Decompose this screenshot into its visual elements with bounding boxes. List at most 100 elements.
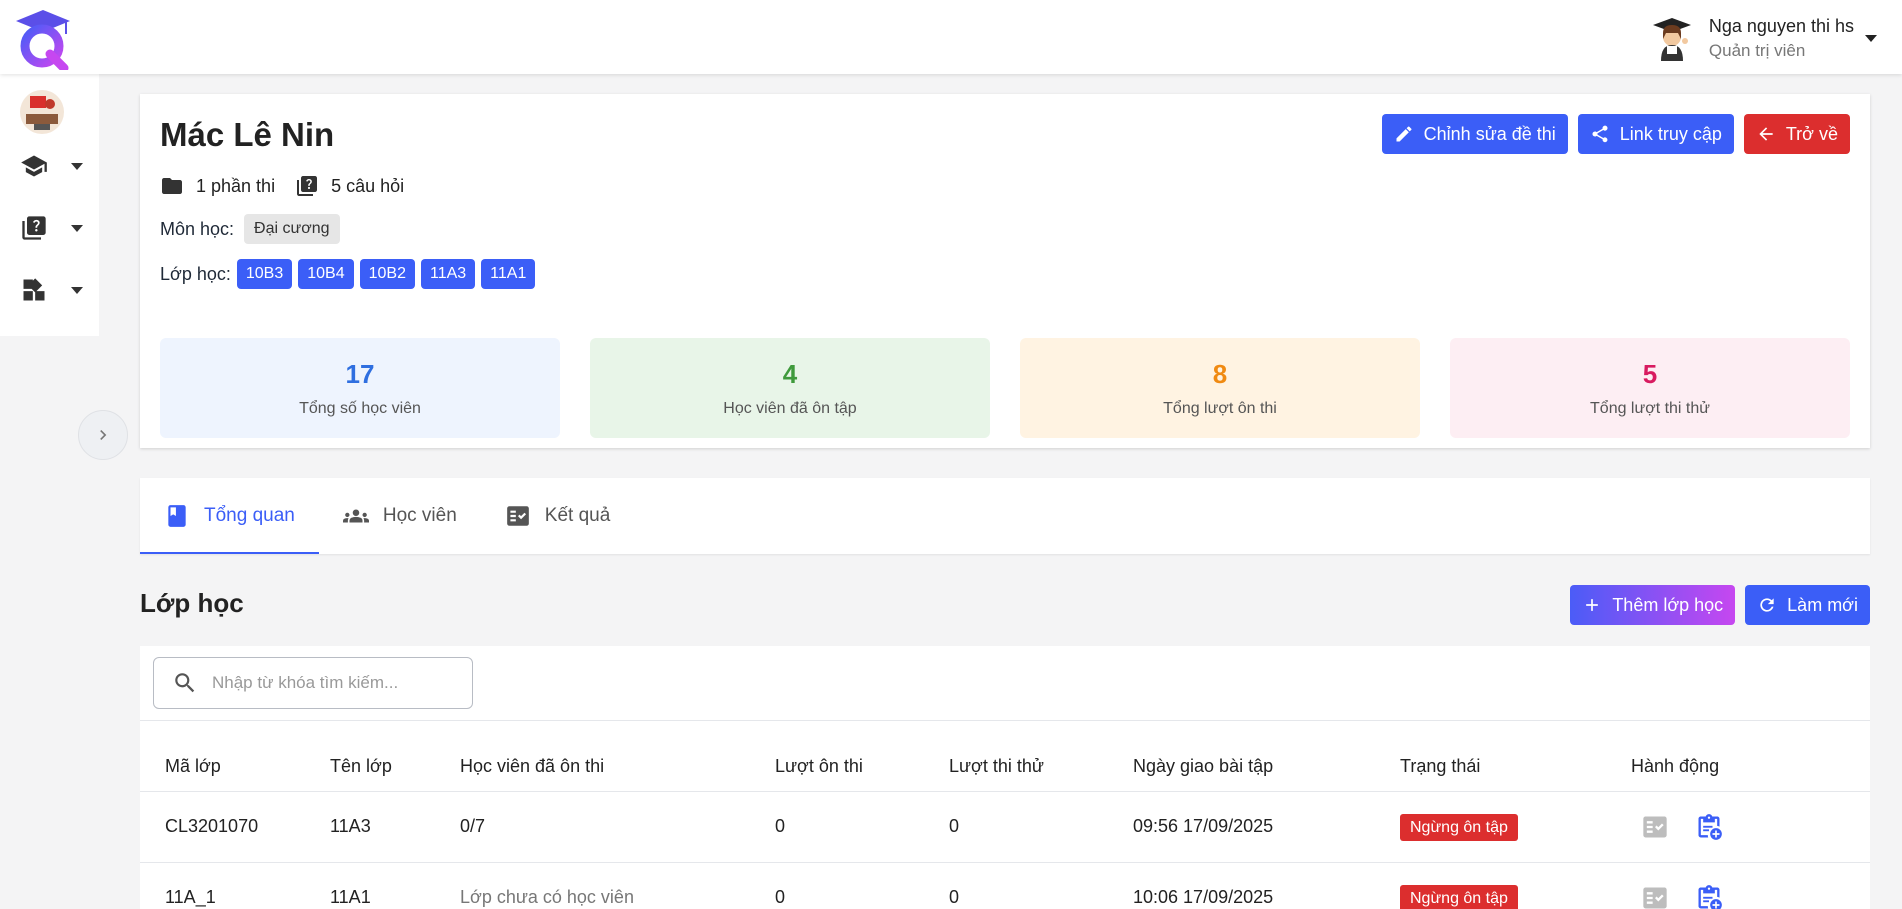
sidebar <box>0 74 99 336</box>
stats-row: 17 Tổng số học viên 4 Học viên đã ôn tập… <box>160 338 1850 438</box>
chevron-right-icon <box>100 430 107 440</box>
cell-status: Ngừng ôn tập <box>1400 862 1631 909</box>
class-chip[interactable]: 11A3 <box>420 259 476 289</box>
section-actions: Thêm lớp học Làm mới <box>1560 585 1870 625</box>
assignment-add-icon[interactable] <box>1695 813 1723 841</box>
fact-check-icon[interactable] <box>1641 884 1669 909</box>
table-row[interactable]: 11A_1 11A1 Lớp chưa có học viên 0 0 10:0… <box>140 862 1870 909</box>
subject-chip: Đại cương <box>244 214 340 244</box>
search-icon <box>175 673 195 693</box>
tab-results[interactable]: Kết quả <box>481 478 635 554</box>
sidebar-item-dashboard[interactable] <box>20 272 90 308</box>
stat-value: 4 <box>782 358 798 389</box>
cell-review-count: 0 <box>775 791 949 863</box>
cell-status: Ngừng ôn tập <box>1400 791 1631 863</box>
status-badge: Ngừng ôn tập <box>1400 814 1518 841</box>
stat-label: Tổng lượt thi thử <box>1590 399 1710 417</box>
folder-icon <box>162 178 182 194</box>
search-box[interactable] <box>153 657 473 709</box>
section-title: Lớp học <box>140 588 244 618</box>
dashboard-icon <box>23 278 45 301</box>
add-class-button[interactable]: Thêm lớp học <box>1570 585 1736 625</box>
class-chip[interactable]: 10B3 <box>236 259 293 289</box>
column-header[interactable]: Ngày giao bài tập <box>1133 721 1400 792</box>
stat-label: Học viên đã ôn tập <box>723 399 857 417</box>
refresh-button[interactable]: Làm mới <box>1745 585 1870 625</box>
app-logo[interactable] <box>12 8 74 70</box>
class-chip[interactable]: 10B4 <box>298 259 354 289</box>
classes-label: Lớp học: <box>160 263 231 284</box>
exam-subject: Môn học: Đại cương <box>160 214 340 244</box>
user-menu[interactable]: Nga nguyen thi hs Quản trị viên <box>1649 14 1878 62</box>
tab-students[interactable]: Học viên <box>319 478 481 554</box>
sidebar-avatar[interactable] <box>20 90 64 134</box>
stat-value: 17 <box>345 358 375 389</box>
caret-down-icon[interactable] <box>1864 33 1878 43</box>
column-header[interactable]: Tên lớp <box>330 721 460 792</box>
column-header[interactable]: Mã lớp <box>140 721 330 792</box>
caret-down-icon <box>71 287 83 294</box>
book-icon <box>168 505 186 527</box>
user-avatar <box>1652 18 1691 61</box>
cell-class-name: 11A1 <box>330 862 460 909</box>
stat-card-reviewed-students: 4 Học viên đã ôn tập <box>590 338 990 438</box>
arrow-left-icon <box>1759 127 1773 141</box>
user-role: Quản trị viên <box>1708 40 1806 60</box>
cell-reviewed-students: 0/7 <box>460 791 775 863</box>
share-icon <box>1592 125 1608 143</box>
column-header[interactable]: Trạng thái <box>1400 721 1631 792</box>
caret-down-icon <box>71 163 83 170</box>
cell-actions <box>1631 862 1870 909</box>
cell-review-count: 0 <box>775 862 949 909</box>
plus-icon <box>1586 599 1599 611</box>
graduation-cap-icon <box>21 155 47 177</box>
pencil-icon <box>1396 126 1412 142</box>
back-button[interactable]: Trở về <box>1743 114 1850 154</box>
tab-overview[interactable]: Tổng quan <box>140 478 319 554</box>
table-row[interactable]: CL3201070 11A3 0/7 0 0 09:56 17/09/2025 … <box>140 791 1870 863</box>
exam-info-card: Mác Lê Nin 1 phần thi 5 câu hỏi Môn học:… <box>140 94 1870 448</box>
stat-label: Tổng lượt ôn thi <box>1163 399 1277 417</box>
cell-trial-count: 0 <box>949 791 1133 863</box>
cell-class-code: 11A_1 <box>140 862 330 909</box>
exam-meta: 1 phần thi 5 câu hỏi <box>160 174 404 198</box>
cell-assign-date: 09:56 17/09/2025 <box>1133 791 1400 863</box>
column-header: Hành động <box>1631 721 1870 792</box>
sidebar-item-courses[interactable] <box>20 148 90 184</box>
cell-class-code: CL3201070 <box>140 791 330 863</box>
exam-title: Mác Lê Nin <box>160 116 335 153</box>
sidebar-item-quizzes[interactable] <box>20 210 90 246</box>
stat-value: 8 <box>1212 358 1228 389</box>
column-header[interactable]: Lượt ôn thi <box>775 721 949 792</box>
user-name: Nga nguyen thi hs <box>1708 15 1854 36</box>
cell-reviewed-students: Lớp chưa có học viên <box>460 862 775 909</box>
class-chip[interactable]: 11A1 <box>481 259 536 289</box>
exam-actions: Chỉnh sửa đề thi Link truy cập Trở về <box>1372 114 1850 154</box>
column-header[interactable]: Học viên đã ôn thi <box>460 721 775 792</box>
subject-label: Môn học: <box>160 218 235 239</box>
caret-down-icon <box>71 225 83 232</box>
column-header[interactable]: Lượt thi thử <box>949 721 1133 792</box>
stat-value: 5 <box>1642 358 1658 389</box>
top-bar: Nga nguyen thi hs Quản trị viên <box>0 0 1902 74</box>
quiz-icon <box>297 176 318 196</box>
sidebar-expand-button[interactable] <box>78 410 128 460</box>
fact-check-icon[interactable] <box>1641 813 1669 841</box>
exam-question-count: 5 câu hỏi <box>331 175 405 196</box>
edit-exam-button[interactable]: Chỉnh sửa đề thi <box>1381 114 1568 154</box>
classes-table: Mã lớp Tên lớp Học viên đã ôn thi Lượt ô… <box>140 721 1870 909</box>
quiz-icon <box>22 216 46 240</box>
status-badge: Ngừng ôn tập <box>1400 885 1518 909</box>
class-chip[interactable]: 10B2 <box>359 259 415 289</box>
refresh-icon <box>1760 598 1774 612</box>
assignment-add-icon[interactable] <box>1695 884 1723 909</box>
access-link-button[interactable]: Link truy cập <box>1577 114 1734 154</box>
exam-parts: 1 phần thi <box>196 175 276 196</box>
fact-check-icon <box>506 506 529 526</box>
search-input[interactable] <box>212 673 452 693</box>
stat-label: Tổng số học viên <box>299 399 421 417</box>
tab-bar: Tổng quan Học viên Kết quả <box>140 478 1870 554</box>
exam-classes: Lớp học: 10B3 10B4 10B2 11A3 11A1 <box>160 259 536 289</box>
cell-assign-date: 10:06 17/09/2025 <box>1133 862 1400 909</box>
group-icon <box>342 509 369 523</box>
